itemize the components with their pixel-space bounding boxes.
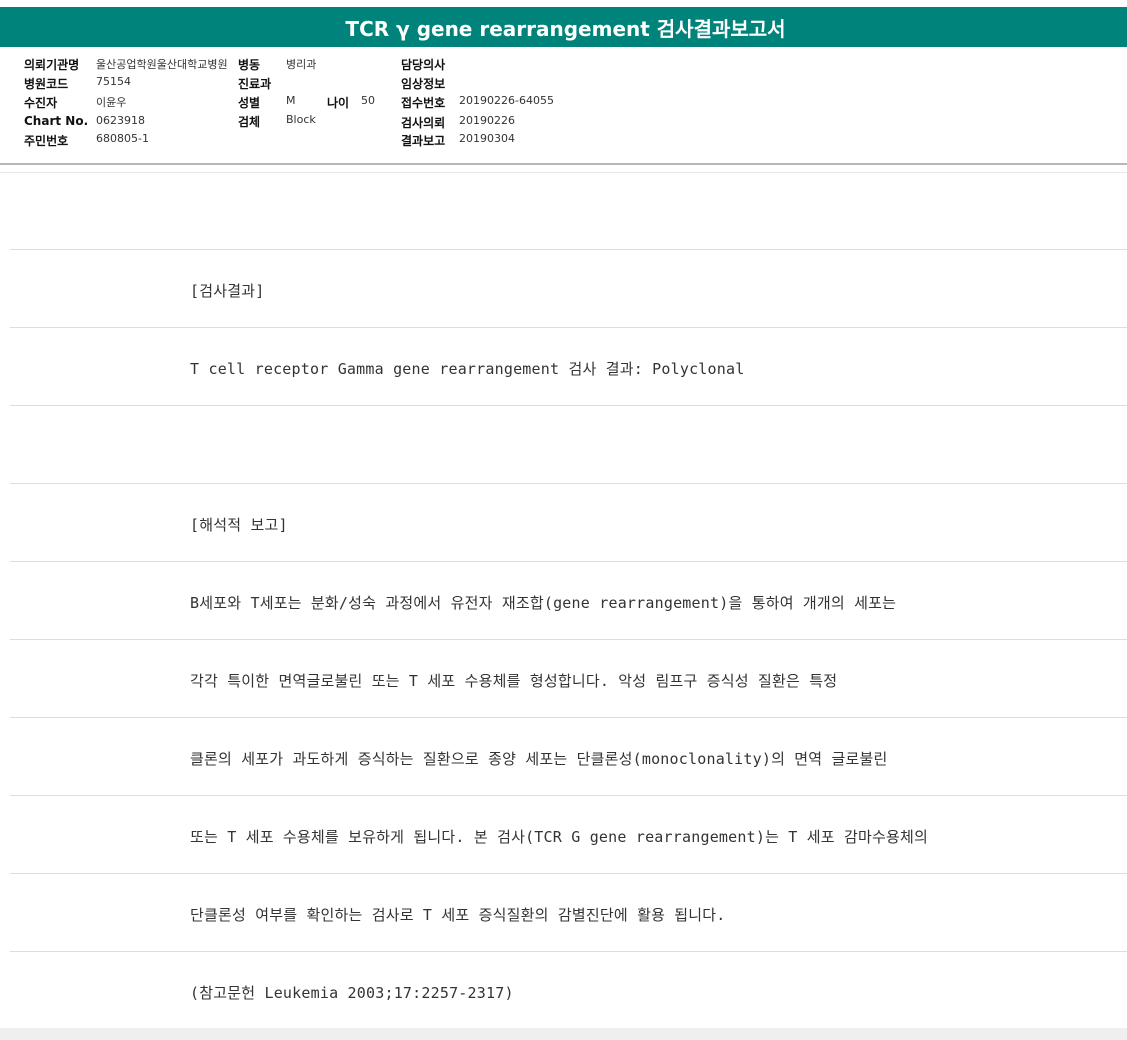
reference-text: (참고문헌 Leukemia 2003;17:2257-2317) [190,984,514,1002]
resident-value: 680805-1 [96,132,149,145]
report-line: T cell receptor Gamma gene rearrangement… [10,328,1127,406]
report-line [10,406,1127,484]
age-label: 나이 [327,96,350,110]
institution-value: 울산공업학원울산대학교병원 [96,58,228,71]
interpretation-text: 클론의 세포가 과도하게 증식하는 질환으로 종양 세포는 단클론성(monoc… [190,750,888,768]
request-date-label: 검사의뢰 [401,116,446,130]
report-title: TCR γ gene rearrangement 검사결과보고서 [345,16,786,41]
interpretation-text: 각각 특이한 면역글로불린 또는 T 세포 수용체를 형성합니다. 악성 림프구… [190,672,838,690]
patient-label: 수진자 [24,96,58,110]
clinical-info-label: 임상정보 [401,77,446,91]
specimen-label: 검체 [238,115,261,129]
hospital-code-label: 병원코드 [24,77,69,91]
report-line: [해석적 보고] [10,484,1127,562]
report-line: (참고문헌 Leukemia 2003;17:2257-2317) [10,952,1127,1030]
report-line [10,172,1127,250]
chart-value: 0623918 [96,114,145,127]
report-line: 각각 특이한 면역글로불린 또는 T 세포 수용체를 형성합니다. 악성 림프구… [10,640,1127,718]
report-line: 클론의 세포가 과도하게 증식하는 질환으로 종양 세포는 단클론성(monoc… [10,718,1127,796]
interpretation-text: B세포와 T세포는 분화/성숙 과정에서 유전자 재조합(gene rearra… [190,594,897,612]
receipt-label: 접수번호 [401,96,446,110]
report-line: B세포와 T세포는 분화/성숙 과정에서 유전자 재조합(gene rearra… [10,562,1127,640]
resident-label: 주민번호 [24,134,69,148]
result-section-heading: [검사결과] [190,282,265,300]
report-date-value: 20190304 [459,132,515,145]
report-line: 또는 T 세포 수용체를 보유하게 됩니다. 본 검사(TCR G gene r… [10,796,1127,874]
page-top-margin [0,0,1127,7]
result-text: T cell receptor Gamma gene rearrangement… [190,360,745,378]
age-value: 50 [361,94,375,107]
report-line: 단클론성 여부를 확인하는 검사로 T 세포 증식질환의 감별진단에 활용 됩니… [10,874,1127,952]
ward-label: 병동 [238,58,261,72]
ward-value: 병리과 [286,58,317,71]
hospital-code-value: 75154 [96,75,131,88]
sex-value: M [286,94,296,107]
chart-label: Chart No. [24,114,89,128]
patient-info-header: 의뢰기관명 울산공업학원울산대학교병원 병동 병리과 담당의사 병원코드 751… [0,47,1127,163]
physician-label: 담당의사 [401,58,446,72]
department-label: 진료과 [238,77,272,91]
patient-value: 이윤우 [96,96,127,109]
report-line: [검사결과] [10,250,1127,328]
sex-label: 성별 [238,96,261,110]
header-divider [0,163,1127,165]
report-date-label: 결과보고 [401,134,446,148]
specimen-value: Block [286,113,316,126]
interpretation-section-heading: [해석적 보고] [190,516,288,534]
horizontal-scrollbar[interactable] [0,1028,1127,1040]
interpretation-text: 또는 T 세포 수용체를 보유하게 됩니다. 본 검사(TCR G gene r… [190,828,929,846]
report-body: [검사결과] T cell receptor Gamma gene rearra… [10,172,1127,1030]
request-date-value: 20190226 [459,114,515,127]
interpretation-text: 단클론성 여부를 확인하는 검사로 T 세포 증식질환의 감별진단에 활용 됩니… [190,906,726,924]
report-title-bar: TCR γ gene rearrangement 검사결과보고서 [0,7,1127,47]
institution-label: 의뢰기관명 [24,58,80,72]
receipt-value: 20190226-64055 [459,94,554,107]
